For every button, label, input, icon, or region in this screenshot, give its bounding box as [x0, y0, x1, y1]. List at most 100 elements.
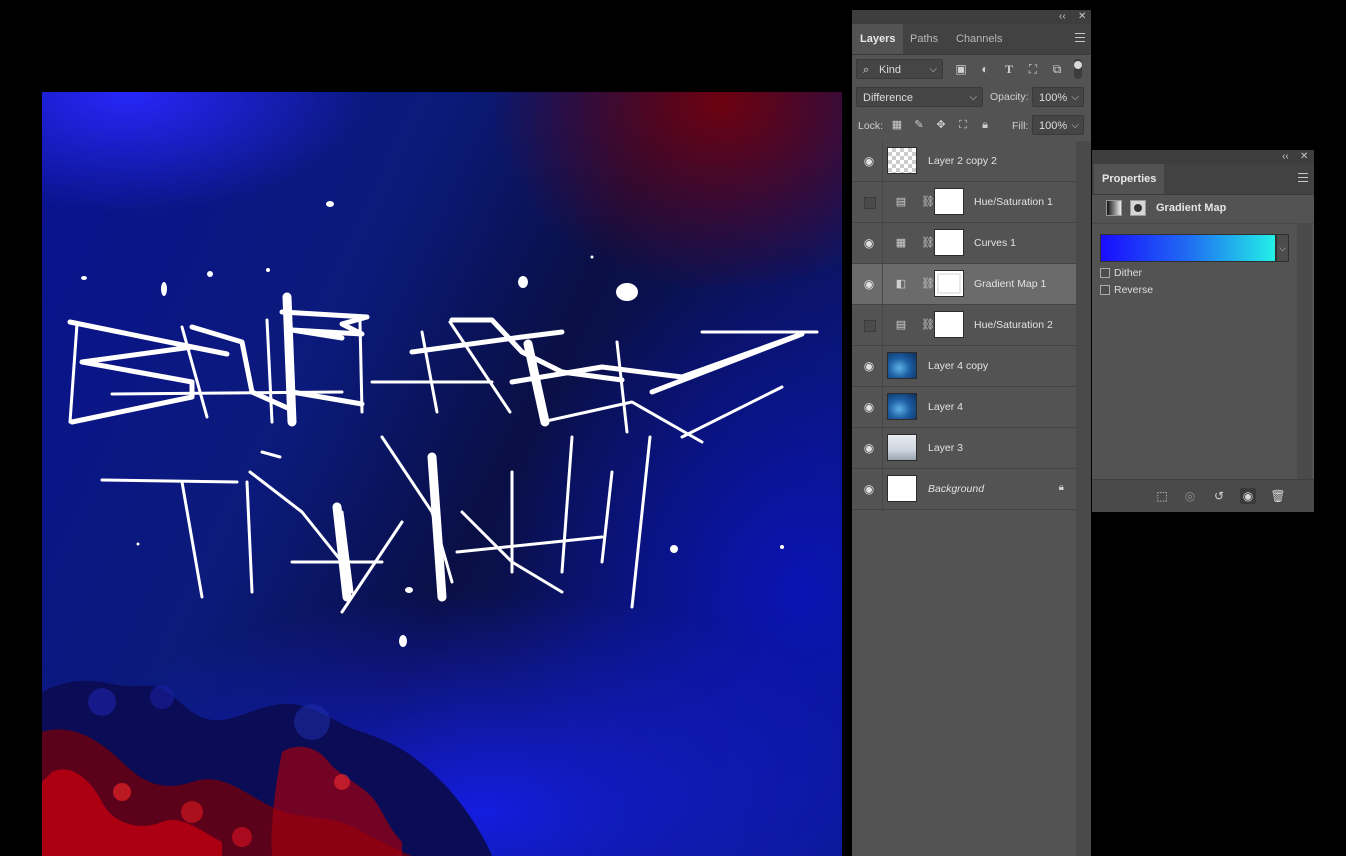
tab-layers[interactable]: Layers: [852, 24, 904, 54]
hue-saturation-icon[interactable]: ▤: [894, 196, 908, 208]
chevron-down-icon: ⌵: [1279, 243, 1286, 253]
filter-toggle[interactable]: [1074, 59, 1082, 79]
artboard-lock-icon[interactable]: ⛶: [956, 118, 970, 132]
visibility-off-box[interactable]: [864, 320, 876, 332]
layer-thumbnail[interactable]: [887, 393, 917, 420]
layer-name[interactable]: Gradient Map 1: [974, 264, 1046, 304]
layer-row[interactable]: ▤ ⛓ Hue/Saturation 2: [852, 305, 1076, 346]
column-divider: [882, 182, 883, 222]
lock-image-pixels-icon[interactable]: ✎: [912, 118, 926, 132]
close-icon[interactable]: ✕: [1078, 11, 1086, 23]
layer-row[interactable]: ◉ Layer 3: [852, 428, 1076, 469]
lock-label: Lock:: [858, 120, 884, 132]
adjustment-layer-filter-icon[interactable]: ◐: [978, 62, 992, 76]
tab-properties[interactable]: Properties: [1094, 164, 1165, 194]
layer-name[interactable]: Background: [928, 469, 984, 509]
layer-name[interactable]: Layer 4: [928, 387, 963, 427]
shape-layer-filter-icon[interactable]: ⛶: [1026, 62, 1040, 76]
visibility-eye-icon[interactable]: ◉: [862, 482, 876, 496]
curves-icon[interactable]: ▦: [894, 237, 908, 249]
layer-row[interactable]: ◉ Background 🔒︎: [852, 469, 1076, 510]
collapse-icon[interactable]: ‹‹: [1059, 11, 1066, 23]
collapse-icon[interactable]: ‹‹: [1282, 151, 1289, 163]
lock-all-icon[interactable]: 🔒︎: [978, 118, 992, 132]
layer-row[interactable]: ◉ ◧ ⛓ Gradient Map 1: [852, 264, 1076, 305]
smart-object-filter-icon[interactable]: ⧉: [1050, 62, 1064, 76]
layer-mask-thumbnail[interactable]: [934, 270, 964, 297]
reset-icon[interactable]: ↺: [1211, 488, 1227, 504]
close-icon[interactable]: ✕: [1300, 151, 1308, 163]
properties-title: Gradient Map: [1156, 202, 1227, 214]
layer-thumbnail[interactable]: [887, 352, 917, 379]
chevron-down-icon[interactable]: ⌵: [1071, 88, 1079, 108]
filter-kind-select[interactable]: ⌕ Kind ⌵: [856, 59, 943, 79]
link-chain-icon[interactable]: ⛓: [921, 318, 935, 331]
dither-checkbox[interactable]: [1100, 268, 1110, 278]
lock-position-icon[interactable]: ✥: [934, 118, 948, 132]
layer-thumbnail[interactable]: [887, 147, 917, 174]
visibility-eye-icon[interactable]: ◉: [862, 400, 876, 414]
chevron-down-icon: ⌵: [969, 92, 977, 103]
layer-list: ◉ Layer 2 copy 2 ▤ ⛓ Hue/Saturation 1 ◉ ▦ ⛓ Curv…: [852, 141, 1076, 510]
layer-row[interactable]: ▤ ⛓ Hue/Saturation 1: [852, 182, 1076, 223]
layers-scrollbar[interactable]: [1076, 141, 1091, 856]
pixel-layer-filter-icon[interactable]: ▣: [954, 62, 968, 76]
opacity-input[interactable]: 100% ⌵: [1032, 87, 1084, 107]
blend-mode-value: Difference: [863, 92, 913, 104]
fill-value: 100%: [1039, 120, 1068, 132]
panel-menu-icon[interactable]: [1075, 33, 1085, 42]
layer-thumbnail[interactable]: [887, 475, 917, 502]
properties-scrollbar[interactable]: [1297, 223, 1312, 479]
view-previous-state-icon[interactable]: ◎: [1182, 488, 1198, 504]
layer-name[interactable]: Layer 2 copy 2: [928, 141, 997, 181]
visibility-eye-icon[interactable]: ◉: [862, 154, 876, 168]
dither-label: Dither: [1114, 267, 1143, 279]
reverse-label: Reverse: [1114, 284, 1154, 296]
divider: [1092, 223, 1314, 224]
layer-row[interactable]: ◉ ▦ ⛓ Curves 1: [852, 223, 1076, 264]
link-chain-icon[interactable]: ⛓: [921, 236, 935, 249]
layer-name[interactable]: Hue/Saturation 1: [974, 182, 1053, 222]
tab-channels[interactable]: Channels: [948, 24, 1010, 54]
visibility-eye-icon[interactable]: ◉: [862, 441, 876, 455]
layer-name[interactable]: Hue/Saturation 2: [974, 305, 1053, 345]
trash-icon[interactable]: 🗑︎: [1270, 488, 1286, 504]
column-divider: [882, 141, 883, 181]
layer-mask-thumbnail[interactable]: [934, 188, 964, 215]
layer-name[interactable]: Curves 1: [974, 223, 1016, 263]
fill-input[interactable]: 100% ⌵: [1032, 115, 1084, 135]
layer-row[interactable]: ◉ Layer 4 copy: [852, 346, 1076, 387]
layer-row[interactable]: ◉ Layer 4: [852, 387, 1076, 428]
layer-name[interactable]: Layer 4 copy: [928, 346, 988, 386]
gradient-dropdown-button[interactable]: ⌵: [1276, 234, 1289, 262]
visibility-eye-icon[interactable]: ◉: [862, 359, 876, 373]
visibility-eye-icon[interactable]: ◉: [862, 277, 876, 291]
clip-to-layer-icon[interactable]: ⬚: [1154, 488, 1170, 504]
visibility-off-box[interactable]: [864, 197, 876, 209]
type-layer-filter-icon[interactable]: T: [1002, 62, 1016, 76]
layer-mask-thumbnail[interactable]: [934, 311, 964, 338]
gradient-preview[interactable]: [1100, 234, 1276, 262]
document-canvas[interactable]: [42, 92, 842, 856]
visibility-eye-icon[interactable]: ◉: [1240, 488, 1256, 504]
chevron-down-icon[interactable]: ⌵: [1071, 116, 1079, 136]
gradient-map-icon: [1106, 200, 1122, 216]
layers-panel-titlebar[interactable]: ‹‹ ✕: [852, 10, 1091, 24]
properties-panel-titlebar[interactable]: ‹‹ ✕: [1092, 150, 1314, 164]
layer-name[interactable]: Layer 3: [928, 428, 963, 468]
mask-icon[interactable]: [1130, 200, 1146, 216]
layer-mask-thumbnail[interactable]: [934, 229, 964, 256]
panel-menu-icon[interactable]: [1298, 173, 1308, 182]
link-chain-icon[interactable]: ⛓: [921, 277, 935, 290]
link-chain-icon[interactable]: ⛓: [921, 195, 935, 208]
layer-row[interactable]: ◉ Layer 2 copy 2: [852, 141, 1076, 182]
blend-mode-select[interactable]: Difference ⌵: [856, 87, 983, 107]
reverse-checkbox[interactable]: [1100, 285, 1110, 295]
layer-thumbnail[interactable]: [887, 434, 917, 461]
tab-paths[interactable]: Paths: [902, 24, 946, 54]
opacity-label: Opacity:: [990, 91, 1029, 103]
visibility-eye-icon[interactable]: ◉: [862, 236, 876, 250]
gradient-map-icon[interactable]: ◧: [894, 278, 908, 290]
lock-transparent-pixels-icon[interactable]: ▦: [890, 118, 904, 132]
hue-saturation-icon[interactable]: ▤: [894, 319, 908, 331]
